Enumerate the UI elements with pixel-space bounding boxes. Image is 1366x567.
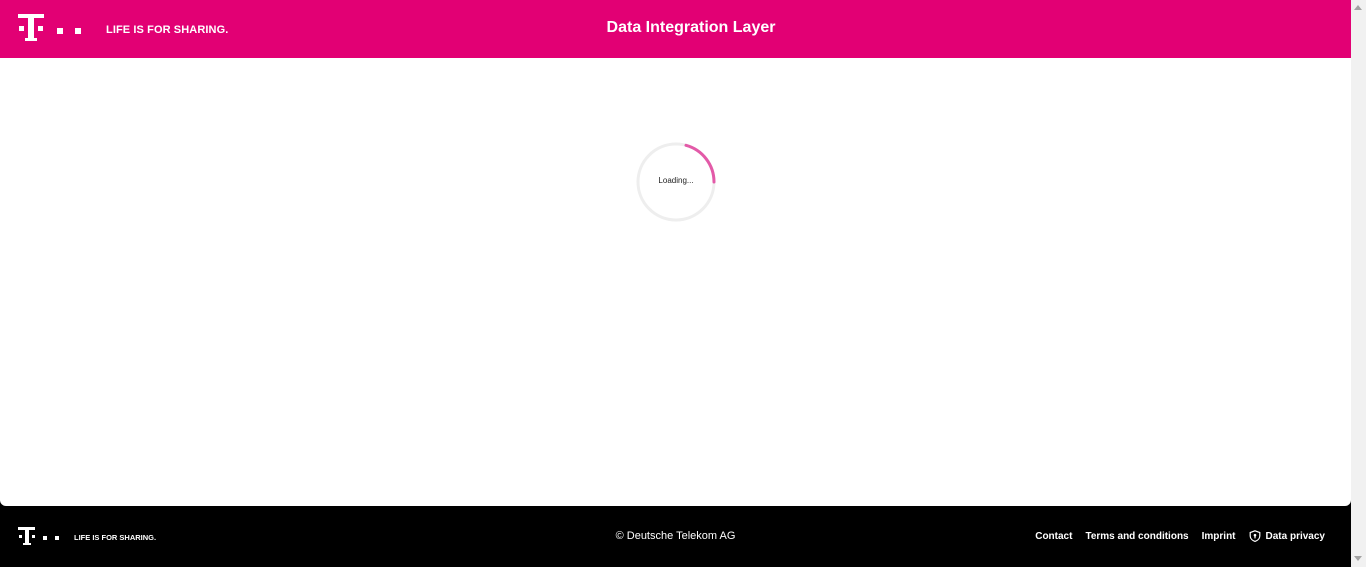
app-footer: LIFE IS FOR SHARING. © Deutsche Telekom … — [0, 506, 1351, 567]
page: LIFE IS FOR SHARING. Data Integration La… — [0, 0, 1366, 567]
shield-icon — [1249, 530, 1260, 542]
scroll-down-arrow-icon[interactable] — [1354, 556, 1362, 561]
footer-links: Contact Terms and conditions Imprint Dat… — [1035, 530, 1325, 542]
contact-link[interactable]: Contact — [1035, 531, 1072, 542]
loading-text: Loading... — [658, 176, 694, 185]
loading-spinner: Loading... — [636, 142, 716, 222]
data-privacy-label: Data privacy — [1265, 530, 1325, 542]
main-content: Loading... — [0, 58, 1351, 506]
app-header: LIFE IS FOR SHARING. Data Integration La… — [0, 0, 1351, 58]
imprint-link[interactable]: Imprint — [1202, 531, 1236, 542]
vertical-scrollbar[interactable] — [1351, 0, 1366, 567]
page-title: Data Integration Layer — [606, 19, 776, 36]
terms-link[interactable]: Terms and conditions — [1085, 531, 1188, 542]
scroll-up-arrow-icon[interactable] — [1354, 5, 1362, 10]
data-privacy-link[interactable]: Data privacy — [1249, 530, 1325, 542]
